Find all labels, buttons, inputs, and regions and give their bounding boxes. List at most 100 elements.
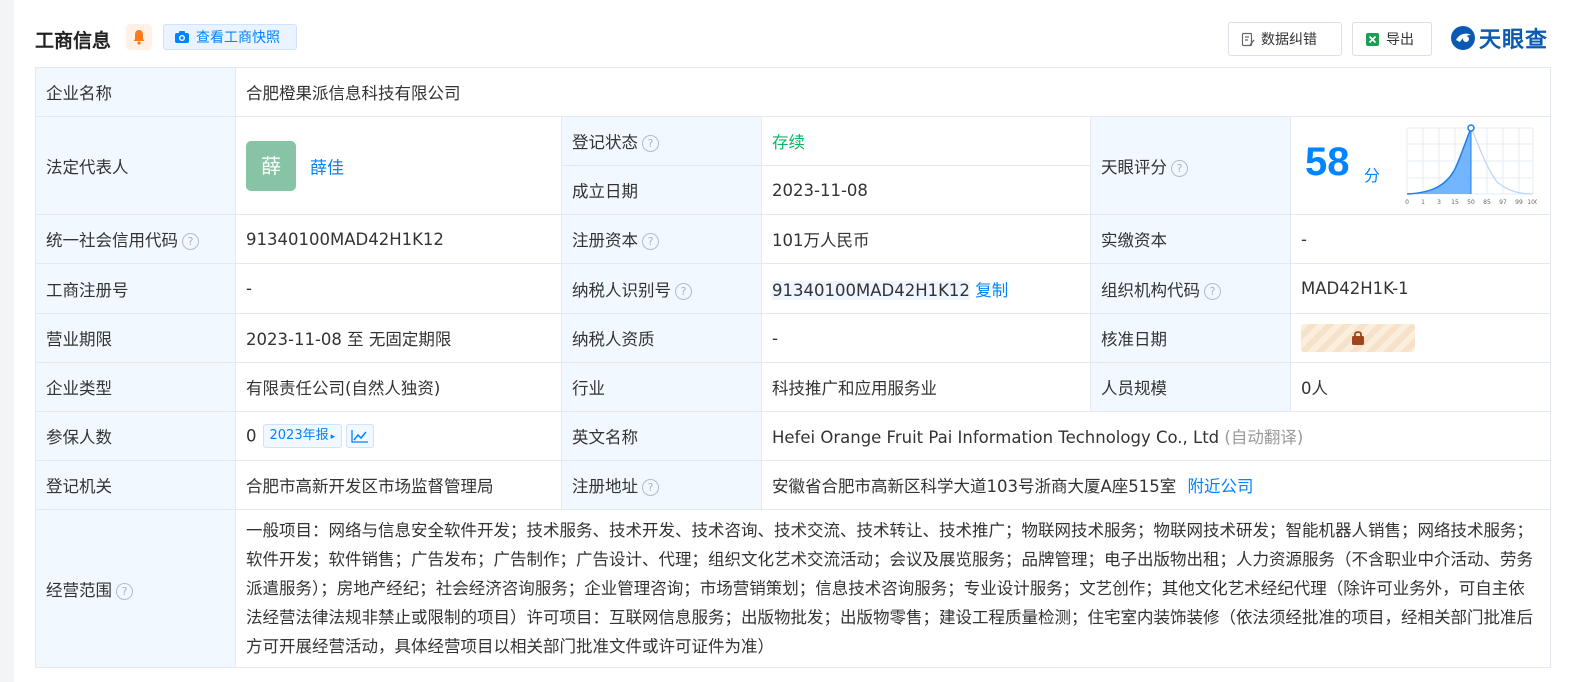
score-label-cell: 天眼评分? <box>1090 116 1291 215</box>
taxpayer-id: 91340100MAD42H1K12 <box>772 280 970 300</box>
line-chart-icon <box>351 430 369 443</box>
found-date: 2023-11-08 <box>761 165 1091 215</box>
reg-authority: 合肥市高新开发区市场监督管理局 <box>235 460 562 510</box>
score-tick-label: 97 <box>1499 199 1507 206</box>
logo-text: 天眼查 <box>1479 28 1549 53</box>
taxpayer-id-label: 纳税人识别号 <box>572 280 671 300</box>
help-icon[interactable]: ? <box>116 582 133 600</box>
trend-chart-button[interactable] <box>346 424 375 448</box>
score-tick-label: 15 <box>1451 199 1459 206</box>
credit-code-label: 统一社会信用代码 <box>46 231 178 250</box>
taxpayer-id-cell: 91340100MAD42H1K12 复制 <box>761 263 1091 314</box>
staff-size: 0人 <box>1289 362 1552 412</box>
table-row: 统一社会信用代码? 91340100MAD42H1K12 注册资本? 101万人… <box>35 214 1552 264</box>
table-row: 登记机关 合肥市高新开发区市场监督管理局 注册地址? 安徽省合肥市高新区科学大道… <box>35 460 1552 510</box>
english-name-cell: Hefei Orange Fruit Pai Information Techn… <box>760 411 1552 461</box>
business-info-table: 企业名称 合肥橙果派信息科技有限公司 法定代表人 薛薛佳 登记状态? 存续 天眼… <box>35 67 1552 668</box>
insured-cell: 0 2023年报 ▸ <box>235 411 562 461</box>
help-icon[interactable]: ? <box>642 135 659 152</box>
scope-label: 经营范围 <box>46 580 112 600</box>
score-unit: 分 <box>1364 165 1381 185</box>
reg-address-label: 注册地址 <box>572 477 638 496</box>
industry: 科技推广和应用服务业 <box>761 362 1091 412</box>
reg-capital: 101万人民币 <box>761 214 1091 264</box>
legal-rep-label: 法定代表人 <box>35 116 236 215</box>
paid-capital-label: 实缴资本 <box>1090 214 1291 264</box>
left-edge-strip <box>0 0 14 682</box>
score-tick-label: 100 <box>1527 199 1537 206</box>
table-row: 企业名称 合肥橙果派信息科技有限公司 <box>35 67 1552 117</box>
scope-label-cell: 经营范围? <box>35 509 236 668</box>
reg-address-label-cell: 注册地址? <box>561 460 762 510</box>
help-icon[interactable]: ? <box>642 479 659 496</box>
company-type: 有限责任公司(自然人独资) <box>235 362 562 412</box>
score-label: 天眼评分 <box>1101 157 1167 177</box>
taxpayer-qual-label: 纳税人资质 <box>561 313 762 363</box>
camera-icon <box>175 31 189 43</box>
paid-capital: - <box>1289 214 1552 264</box>
lock-icon <box>1352 331 1364 345</box>
help-icon[interactable]: ? <box>675 282 692 300</box>
approve-date-cell <box>1289 313 1552 363</box>
biz-term: 2023-11-08 至 无固定期限 <box>235 313 562 363</box>
biz-term-label: 营业期限 <box>35 313 236 363</box>
business-scope: 一般项目：网络与信息安全软件开发；技术服务、技术开发、技术咨询、技术交流、技术转… <box>234 509 1552 668</box>
view-snapshot-button[interactable]: 查看工商快照 <box>163 24 297 50</box>
insured-count: 0 <box>246 426 257 446</box>
avatar[interactable]: 薛 <box>246 140 296 191</box>
section-header: 工商信息 查看工商快照 数据纠错 导出 天眼查 <box>35 20 1552 60</box>
biz-reg-no: - <box>235 263 562 314</box>
org-code-label: 组织机构代码 <box>1101 280 1200 300</box>
help-icon[interactable]: ? <box>1204 282 1221 300</box>
bell-icon[interactable] <box>126 24 152 50</box>
credit-code: 91340100MAD42H1K12 <box>235 214 562 264</box>
score-tick-label: 99 <box>1515 199 1523 206</box>
score-distribution-chart: 0 1 3 15 50 85 97 99 100 <box>1405 123 1537 206</box>
reg-capital-label-cell: 注册资本? <box>561 214 762 264</box>
copy-link[interactable]: 复制 <box>975 281 1008 300</box>
reg-capital-label: 注册资本 <box>572 231 638 250</box>
org-code: MAD42H1K-1 <box>1289 263 1552 314</box>
nearby-companies-link[interactable]: 附近公司 <box>1188 477 1254 496</box>
data-correction-button[interactable]: 数据纠错 <box>1228 22 1342 56</box>
annual-report-label: 2023年报 <box>269 428 329 443</box>
score-cell[interactable]: 58 分 0 1 3 15 50 85 97 99 100 <box>1289 116 1552 215</box>
annual-report-tag[interactable]: 2023年报 ▸ <box>262 424 343 448</box>
view-snapshot-label: 查看工商快照 <box>196 30 280 46</box>
company-name-label: 企业名称 <box>35 67 236 117</box>
found-date-label: 成立日期 <box>561 165 762 215</box>
taxpayer-id-label-cell: 纳税人识别号? <box>561 263 762 314</box>
reg-address-cell: 安徽省合肥市高新区科学大道103号浙商大厦A座515室 附近公司 <box>760 460 1552 510</box>
help-icon[interactable]: ? <box>182 233 199 250</box>
english-name-label: 英文名称 <box>561 411 762 461</box>
logo-mark-icon <box>1451 26 1475 50</box>
table-row: 参保人数 0 2023年报 ▸ 英文名称 Hefei Orange Fruit Pa… <box>35 411 1552 461</box>
help-icon[interactable]: ? <box>1171 159 1188 177</box>
org-code-label-cell: 组织机构代码? <box>1090 263 1291 314</box>
reg-authority-label: 登记机关 <box>35 460 236 510</box>
reg-status-label: 登记状态 <box>572 133 638 152</box>
help-icon[interactable]: ? <box>642 233 659 250</box>
table-row: 法定代表人 薛薛佳 登记状态? 存续 天眼评分? 58 分 0 1 3 15 5… <box>35 116 1552 215</box>
score-tick-label: 85 <box>1483 199 1491 206</box>
company-name: 合肥橙果派信息科技有限公司 <box>234 67 1552 117</box>
reg-status-label-cell: 登记状态? <box>561 116 762 166</box>
auto-translate-note: (自动翻译) <box>1224 428 1304 447</box>
legal-rep-name-link[interactable]: 薛佳 <box>310 158 344 178</box>
credit-code-label-cell: 统一社会信用代码? <box>35 214 236 264</box>
taxpayer-qual: - <box>761 313 1091 363</box>
export-button[interactable]: 导出 <box>1352 22 1432 56</box>
locked-value[interactable] <box>1301 324 1415 352</box>
english-name: Hefei Orange Fruit Pai Information Techn… <box>772 428 1220 447</box>
approve-date-label: 核准日期 <box>1090 313 1291 363</box>
table-row: 企业类型 有限责任公司(自然人独资) 行业 科技推广和应用服务业 人员规模 0人 <box>35 362 1552 412</box>
staff-size-label: 人员规模 <box>1090 362 1291 412</box>
data-correction-label: 数据纠错 <box>1261 32 1317 48</box>
table-row: 经营范围? 一般项目：网络与信息安全软件开发；技术服务、技术开发、技术咨询、技术… <box>35 509 1552 668</box>
score-value: 58 <box>1305 139 1350 184</box>
table-row: 营业期限 2023-11-08 至 无固定期限 纳税人资质 - 核准日期 <box>35 313 1552 363</box>
score-tick-label: 50 <box>1467 199 1475 206</box>
table-row: 工商注册号 - 纳税人识别号? 91340100MAD42H1K12 复制 组织… <box>35 263 1552 314</box>
edit-doc-icon <box>1241 32 1255 46</box>
company-type-label: 企业类型 <box>35 362 236 412</box>
